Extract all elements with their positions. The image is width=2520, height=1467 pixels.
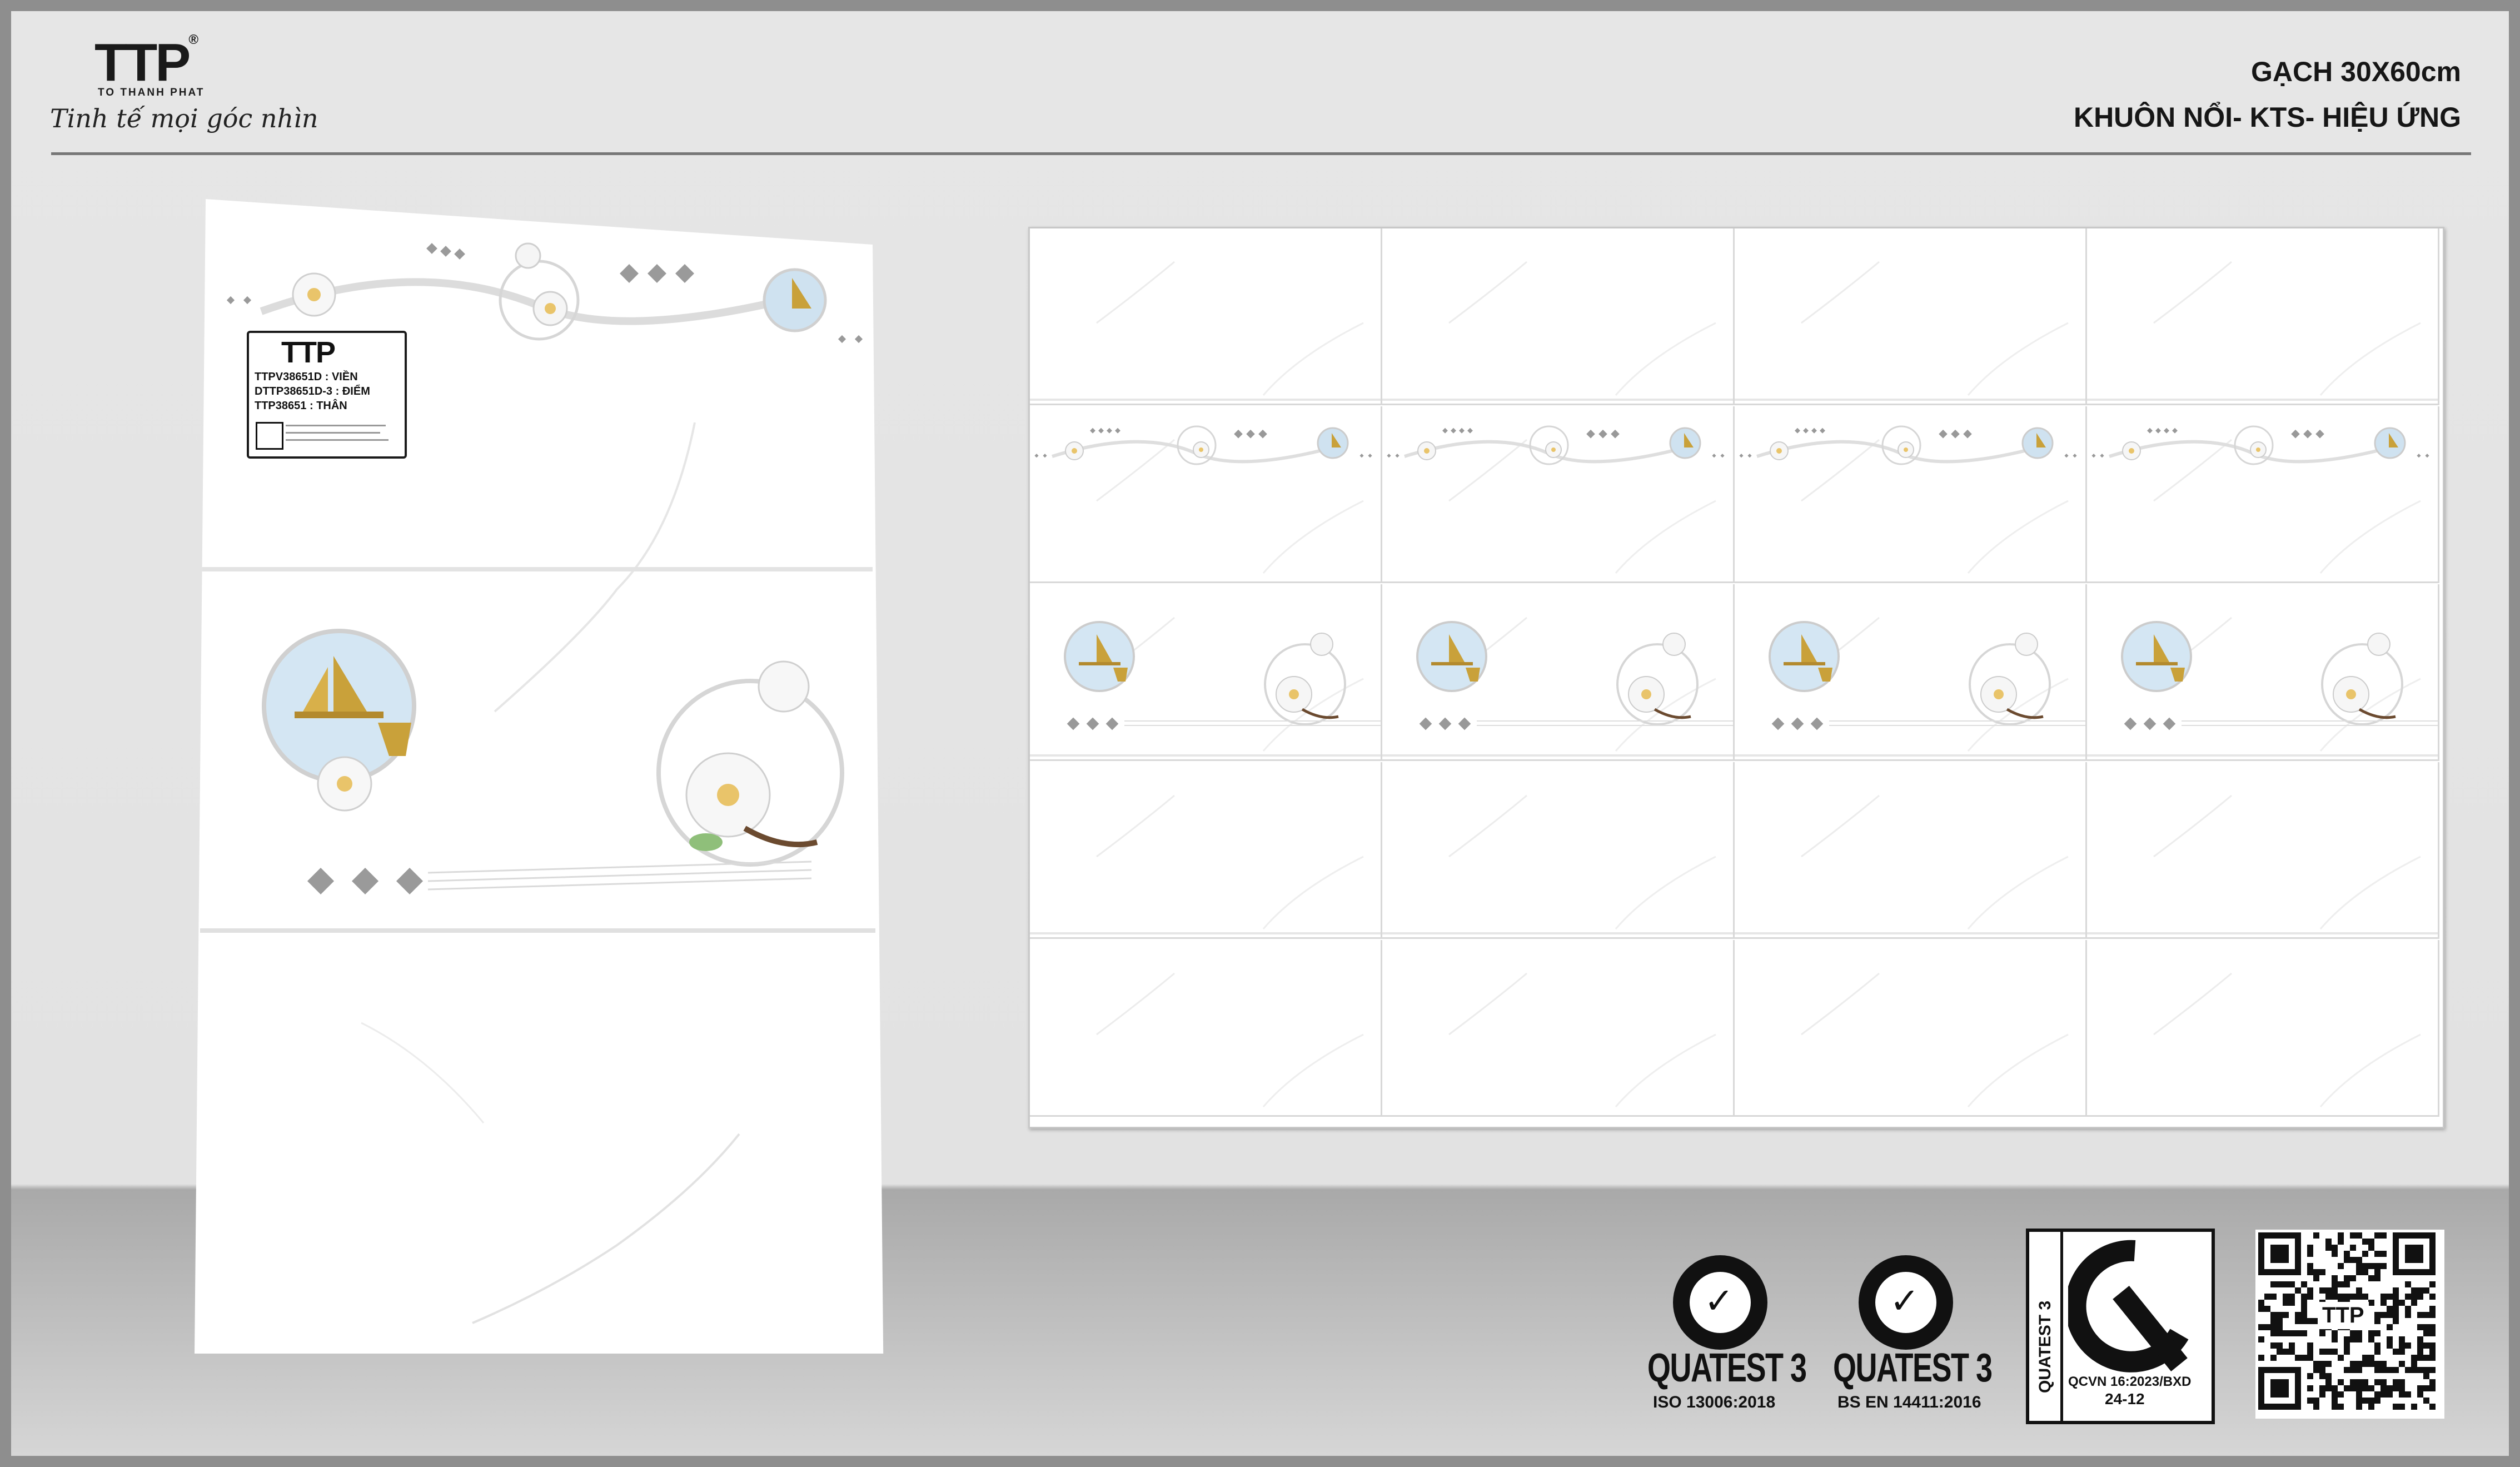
tile-cell: [1735, 940, 2087, 1117]
tile-cell: [1030, 228, 1382, 405]
tile-cell: [1735, 406, 2087, 583]
lotus-flower-icon: [1770, 441, 1789, 460]
lotus-flower-icon: [1529, 425, 1569, 465]
header-divider: [51, 152, 2471, 155]
tile-cell: [2087, 762, 2439, 939]
ttp-logo: TTP®: [94, 32, 198, 92]
diamond-ornament-icon: [2124, 717, 2176, 730]
diamond-ornament-icon: [1067, 717, 1119, 730]
sailboat-icon: [2021, 427, 2054, 459]
lotus-flower-icon: [292, 272, 336, 317]
lotus-flower-icon: [1417, 441, 1436, 460]
sailboat-icon: [1317, 427, 1349, 459]
lotus-flower-icon: [1616, 633, 1699, 725]
sailboat-icon: [1669, 427, 1701, 459]
product-subtitle: KHUÔN NỔI- KTS- HIỆU ỨNG: [2073, 102, 2461, 133]
lotus-flower-icon: [1177, 425, 1217, 465]
product-label-card: TTP TTPV38651D : VIỀN DTTP38651D-3 : ĐIỂ…: [247, 331, 407, 459]
tile-cell: [2087, 940, 2439, 1117]
showroom-canvas: TTP® TO THANH PHAT Tinh tế mọi góc nhìn …: [11, 11, 2509, 1456]
tile-cell: [1382, 584, 1735, 761]
diamond-ornament-icon: [307, 867, 424, 895]
lotus-flower-icon: [2321, 633, 2403, 725]
diamond-ornament-icon: [1419, 717, 1471, 730]
cr-mark-icon: [256, 422, 283, 450]
tile-cell: [1030, 406, 1382, 583]
lotus-flower-icon: [499, 242, 580, 341]
tile-cell: [2087, 228, 2439, 405]
sailboat-icon: [763, 268, 827, 332]
tile-cell: [1735, 762, 2087, 939]
diamond-ornament-icon: [1771, 717, 1824, 730]
label-code-row: TTP38651 : THÂN: [255, 400, 347, 412]
tile-cell: [2087, 406, 2439, 583]
tile-cell: [1382, 940, 1735, 1117]
lotus-flower-icon: [317, 756, 372, 812]
tile-cell: [2087, 584, 2439, 761]
label-code-row: TTPV38651D : VIỀN: [255, 371, 358, 383]
brand-tagline: Tinh tế mọi góc nhìn: [50, 103, 318, 133]
lotus-flower-icon: [1969, 633, 2051, 725]
tile-cell: [1735, 228, 2087, 405]
label-code-row: DTTP38651D-3 : ĐIỂM: [255, 385, 370, 397]
tile-cell: [1030, 762, 1382, 939]
lotus-flower-icon: [656, 660, 844, 867]
qr-code-icon: TTP: [2255, 1230, 2444, 1419]
cr-mark-icon: [2068, 1240, 2189, 1372]
lotus-flower-icon: [2234, 425, 2274, 465]
tile-cell: [1030, 584, 1382, 761]
lotus-flower-icon: [1264, 633, 1346, 725]
tile-layout-grid: [1028, 227, 2444, 1128]
tile-cell: [1382, 228, 1735, 405]
company-name: TO THANH PHAT: [98, 87, 205, 98]
label-logo: TTP: [281, 336, 336, 369]
sailboat-icon: [2374, 427, 2406, 459]
leaning-tile-sample: TTP TTPV38651D : VIỀN DTTP38651D-3 : ĐIỂ…: [195, 199, 884, 1354]
lotus-flower-icon: [1881, 425, 1921, 465]
tile-cell: [1382, 406, 1735, 583]
lotus-flower-icon: [2122, 441, 2141, 460]
tile-cell: [1735, 584, 2087, 761]
lotus-flower-icon: [1065, 441, 1084, 460]
tile-cell: [1382, 762, 1735, 939]
product-title: GẠCH 30X60cm: [2251, 56, 2461, 87]
tile-cell: [1030, 940, 1382, 1117]
cert-qcvn: QUATEST 3 QCVN 16:2023/BXD 24-12: [2026, 1229, 2215, 1424]
